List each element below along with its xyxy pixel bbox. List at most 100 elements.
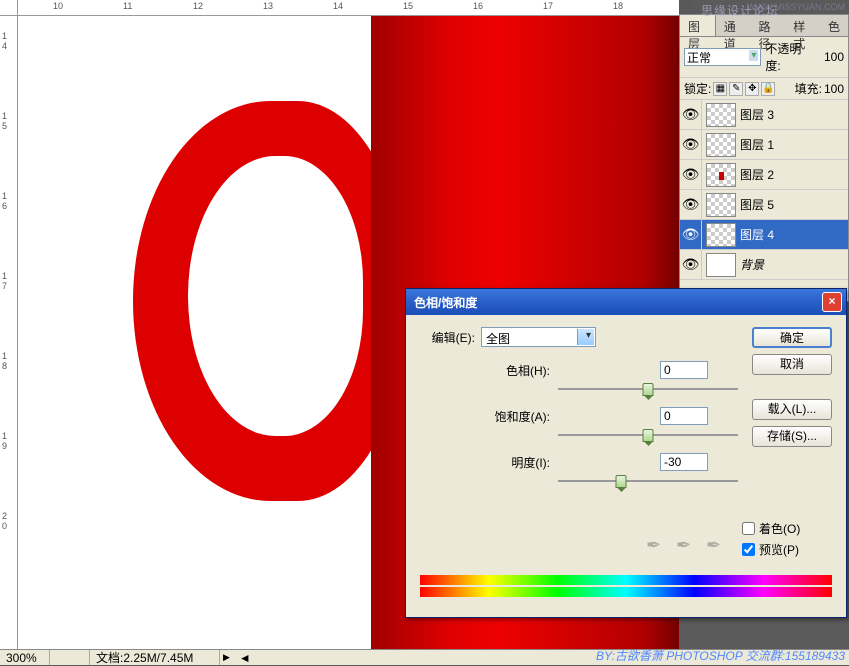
save-button[interactable]: 存储(S)...	[752, 426, 832, 447]
dialog-titlebar[interactable]: 色相/饱和度 ×	[406, 289, 846, 315]
ruler-origin[interactable]	[0, 0, 18, 16]
cancel-button[interactable]: 取消	[752, 354, 832, 375]
visibility-eye-icon[interactable]: 👁	[680, 160, 702, 190]
load-button[interactable]: 载入(L)...	[752, 399, 832, 420]
layer-row[interactable]: 👁 图层 3	[680, 100, 848, 130]
lightness-slider[interactable]	[558, 473, 738, 489]
slider-thumb-icon[interactable]	[616, 475, 627, 488]
layer-row[interactable]: 👁 图层 2	[680, 160, 848, 190]
ruler-v-tick: 1	[2, 351, 7, 361]
ok-button[interactable]: 确定	[752, 327, 832, 348]
layer-row[interactable]: 👁 图层 5	[680, 190, 848, 220]
ruler-h-tick: 13	[263, 1, 273, 11]
tab-styles[interactable]: 样式	[785, 15, 820, 36]
hue-input[interactable]	[660, 361, 708, 379]
lock-label: 锁定:	[684, 80, 711, 97]
ruler-h-tick: 16	[473, 1, 483, 11]
ruler-v-tick: 1	[2, 271, 7, 281]
visibility-eye-icon[interactable]: 👁	[680, 220, 702, 250]
opacity-label: 不透明度:	[765, 40, 815, 74]
lightness-label: 明度(I):	[470, 454, 550, 471]
hue-strip-top	[420, 575, 832, 585]
zoom-level[interactable]: 300%	[0, 650, 50, 665]
eyedropper-subtract-icon[interactable]: ✒	[706, 535, 726, 555]
vertical-ruler[interactable]: 1 4 1 5 1 6 1 7 1 8 1 9 2 0	[0, 16, 18, 649]
edit-combobox[interactable]: 全图	[481, 327, 596, 347]
edit-label: 编辑(E):	[420, 329, 475, 346]
layer-name: 图层 1	[740, 136, 774, 153]
scroll-left-icon[interactable]: ◄	[233, 650, 257, 665]
preview-checkbox[interactable]	[742, 543, 755, 556]
close-icon[interactable]: ×	[822, 292, 842, 312]
slider-thumb-icon[interactable]	[643, 383, 654, 396]
ruler-v-tick: 1	[2, 111, 7, 121]
opacity-value[interactable]: 100	[817, 50, 844, 64]
layer-list: 👁 图层 3 👁 图层 1 👁 图层 2 👁 图层 5 👁 图层 4 👁	[680, 100, 848, 295]
slider-thumb-icon[interactable]	[643, 429, 654, 442]
status-spacer	[50, 650, 90, 665]
horizontal-ruler[interactable]: 10 11 12 13 14 15 16 17 18 19	[18, 0, 679, 16]
ruler-v-tick: 7	[2, 281, 7, 291]
hue-spectrum	[420, 575, 832, 599]
ruler-v-tick: 1	[2, 31, 7, 41]
layer-name: 背景	[740, 256, 764, 273]
colorize-checkbox[interactable]	[742, 522, 755, 535]
layer-thumb[interactable]	[706, 223, 736, 247]
hue-strip-bottom	[420, 587, 832, 597]
ruler-h-tick: 11	[123, 1, 132, 11]
mug-handle	[133, 101, 408, 501]
visibility-eye-icon[interactable]: 👁	[680, 130, 702, 160]
layer-row[interactable]: 👁 图层 4	[680, 220, 848, 250]
lock-brush-icon[interactable]: ✎	[729, 82, 743, 96]
blend-mode-select[interactable]: 正常	[684, 48, 761, 66]
ruler-h-tick: 19	[683, 1, 693, 11]
tab-color[interactable]: 色	[820, 15, 848, 36]
ruler-v-tick: 8	[2, 361, 7, 371]
ruler-h-tick: 12	[193, 1, 203, 11]
visibility-eye-icon[interactable]: 👁	[680, 190, 702, 220]
preview-label: 预览(P)	[759, 541, 799, 558]
ruler-v-tick: 1	[2, 191, 7, 201]
watermark-url: WWW.MISSYUAN.COM	[747, 2, 845, 12]
ruler-v-tick: 2	[2, 511, 7, 521]
layer-thumb[interactable]	[706, 163, 736, 187]
lock-all-icon[interactable]: 🔒	[761, 82, 775, 96]
lock-transparency-icon[interactable]: ▦	[713, 82, 727, 96]
ruler-v-tick: 6	[2, 201, 7, 211]
visibility-eye-icon[interactable]: 👁	[680, 100, 702, 130]
hue-label: 色相(H):	[470, 362, 550, 379]
layer-name: 图层 5	[740, 196, 774, 213]
saturation-input[interactable]	[660, 407, 708, 425]
ruler-v-tick: 0	[2, 521, 7, 531]
ruler-v-tick: 5	[2, 121, 7, 131]
visibility-eye-icon[interactable]: 👁	[680, 250, 702, 280]
hue-slider[interactable]	[558, 381, 738, 397]
layer-thumb[interactable]	[706, 133, 736, 157]
ruler-v-tick: 1	[2, 431, 7, 441]
layer-name: 图层 3	[740, 106, 774, 123]
ruler-h-tick: 14	[333, 1, 343, 11]
layer-thumb[interactable]	[706, 193, 736, 217]
ruler-h-tick: 18	[613, 1, 623, 11]
saturation-slider[interactable]	[558, 427, 738, 443]
status-menu-icon[interactable]: ▶	[220, 652, 233, 663]
ruler-v-tick: 9	[2, 441, 7, 451]
dialog-title: 色相/饱和度	[414, 294, 477, 311]
saturation-label: 饱和度(A):	[470, 408, 550, 425]
lock-move-icon[interactable]: ✥	[745, 82, 759, 96]
mug-handle-hole	[188, 156, 363, 436]
eyedropper-icon[interactable]: ✒	[646, 535, 666, 555]
layer-thumb[interactable]	[706, 253, 736, 277]
eyedropper-add-icon[interactable]: ✒	[676, 535, 696, 555]
layers-panel[interactable]: 图层 通道 路径 样式 色 正常 不透明度: 100 锁定: ▦ ✎ ✥ 🔒 填…	[679, 14, 849, 302]
layer-name: 图层 4	[740, 226, 774, 243]
document-size[interactable]: 文档:2.25M/7.45M	[90, 650, 220, 665]
layer-name: 图层 2	[740, 166, 774, 183]
layer-row[interactable]: 👁 图层 1	[680, 130, 848, 160]
layer-row[interactable]: 👁 背景	[680, 250, 848, 280]
hue-saturation-dialog[interactable]: 色相/饱和度 × 编辑(E): 全图 色相(H): 饱和度(A): 明度(I):	[405, 288, 847, 618]
lightness-input[interactable]	[660, 453, 708, 471]
layer-thumb[interactable]	[706, 103, 736, 127]
ruler-h-tick: 17	[543, 1, 553, 11]
fill-value[interactable]: 100	[824, 82, 844, 96]
